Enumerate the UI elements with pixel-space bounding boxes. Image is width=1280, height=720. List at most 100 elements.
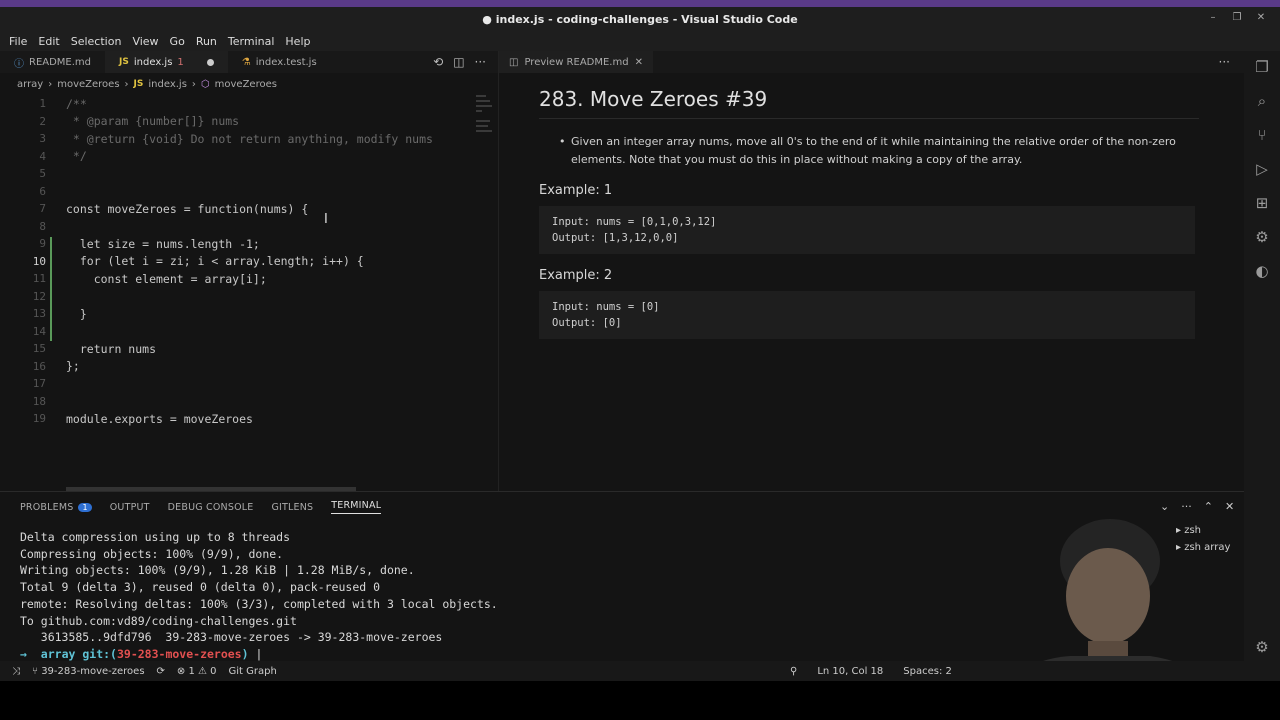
code-line[interactable]: 8 — [0, 218, 480, 235]
editor-tabs: ⓘ README.md JS index.js 1 ⚗ index.test.j… — [0, 51, 498, 73]
code-line[interactable]: 5 — [0, 165, 480, 182]
video-letterbox — [0, 681, 1280, 720]
example-2-code: Input: nums = [0] Output: [0] — [539, 291, 1195, 339]
js-file-icon: JS — [119, 57, 129, 67]
breadcrumb-folder[interactable]: array — [17, 79, 43, 90]
markdown-icon: ⓘ — [14, 58, 24, 70]
chevron-right-icon: › — [48, 78, 53, 90]
status-branch[interactable]: ⑂ 39-283-move-zeroes — [32, 666, 145, 677]
window-controls: – ❐ ✕ — [1206, 11, 1268, 25]
markdown-preview: ◫ Preview README.md ✕ ··· 283. Move Zero… — [498, 51, 1244, 491]
problems-badge: 1 — [78, 502, 92, 512]
menu-run[interactable]: Run — [196, 35, 217, 48]
code-line[interactable]: 18 — [0, 393, 480, 410]
menu-go[interactable]: Go — [170, 35, 185, 48]
close-tab-icon[interactable]: ✕ — [635, 57, 643, 68]
more-actions-icon[interactable]: ··· — [475, 55, 486, 69]
code-line-current[interactable]: 10 for (let i = zi; i < array.length; i+… — [0, 253, 480, 270]
tab-index-test-js[interactable]: ⚗ index.test.js — [228, 51, 331, 73]
tab-readme[interactable]: ⓘ README.md — [0, 51, 105, 73]
editor-group-left: ⓘ README.md JS index.js 1 ⚗ index.test.j… — [0, 51, 498, 491]
status-problems[interactable]: ⊗ 1 ⚠ 0 — [177, 666, 217, 677]
preview-title: 283. Move Zeroes #39 — [539, 87, 1199, 119]
code-line[interactable]: 12 — [0, 288, 480, 305]
preview-icon: ◫ — [509, 56, 519, 68]
tab-index-js[interactable]: JS index.js 1 — [105, 51, 228, 73]
code-line[interactable]: 1/** — [0, 95, 480, 112]
preview-content: 283. Move Zeroes #39 Given an integer ar… — [539, 87, 1199, 353]
menu-terminal[interactable]: Terminal — [228, 35, 275, 48]
tab-problems[interactable]: PROBLEMS 1 — [20, 502, 92, 513]
tab-debug-console[interactable]: DEBUG CONSOLE — [168, 502, 254, 513]
code-line[interactable]: 13 } — [0, 305, 480, 322]
minimize-icon[interactable]: – — [1206, 11, 1220, 25]
status-gitgraph[interactable]: Git Graph — [229, 666, 277, 677]
code-line[interactable]: 17 — [0, 375, 480, 392]
problem-count: 1 — [177, 56, 184, 68]
tab-preview-readme[interactable]: ◫ Preview README.md ✕ — [499, 51, 653, 73]
tab-gitlens[interactable]: GITLENS — [271, 502, 313, 513]
code-line[interactable]: 6 — [0, 183, 480, 200]
status-position[interactable]: Ln 10, Col 18 — [817, 666, 883, 677]
symbol-icon: ⬡ — [200, 78, 210, 90]
breadcrumb-folder[interactable]: moveZeroes — [57, 79, 119, 90]
run-debug-icon[interactable]: ▷ — [1252, 159, 1272, 179]
sync-icon[interactable]: ⟳ — [157, 666, 165, 677]
maximize-icon[interactable]: ❐ — [1230, 11, 1244, 25]
workbench: ⓘ README.md JS index.js 1 ⚗ index.test.j… — [0, 51, 1280, 720]
tab-terminal[interactable]: TERMINAL — [331, 500, 382, 514]
tab-output[interactable]: OUTPUT — [110, 502, 150, 513]
status-indentation[interactable]: Spaces: 2 — [903, 666, 952, 677]
chevron-right-icon: › — [191, 78, 196, 90]
gitlens-icon[interactable]: ◐ — [1252, 261, 1272, 281]
settings-gear-icon[interactable]: ⚙ — [1252, 637, 1272, 657]
code-line[interactable]: 3 * @return {void} Do not return anythin… — [0, 130, 480, 147]
code-line[interactable]: 19 module.exports = moveZeroes — [0, 410, 480, 427]
menu-view[interactable]: View — [132, 35, 158, 48]
code-line[interactable]: 14 — [0, 323, 480, 340]
js-file-icon: JS — [133, 79, 144, 89]
minimap[interactable] — [476, 95, 494, 365]
extensions-icon[interactable]: ⊞ — [1252, 193, 1272, 213]
preview-tabs: ◫ Preview README.md ✕ ··· — [499, 51, 1244, 73]
breadcrumb-symbol[interactable]: moveZeroes — [215, 79, 277, 90]
menu-selection[interactable]: Selection — [71, 35, 122, 48]
code-line[interactable]: 16}; — [0, 358, 480, 375]
code-line[interactable]: 15 return nums — [0, 340, 480, 357]
text-cursor-icon: I — [324, 212, 328, 227]
test-file-icon: ⚗ — [241, 56, 251, 68]
remote-indicator-icon[interactable]: ⤨ — [12, 666, 20, 677]
terminal-output[interactable]: Delta compression using up to 8 threads C… — [20, 529, 498, 663]
example-1-heading: Example: 1 — [539, 183, 613, 198]
code-line[interactable]: 2 * @param {number[]} nums — [0, 113, 480, 130]
code-line[interactable]: 9 let size = nums.length -1; — [0, 235, 480, 252]
desktop-top-strip — [0, 0, 1280, 7]
source-control-icon[interactable]: ⑂ — [1252, 125, 1272, 145]
code-line[interactable]: 7 const moveZeroes = function(nums) { — [0, 200, 480, 217]
timeline-icon[interactable]: ⟲ — [433, 55, 443, 69]
unsaved-dot-icon[interactable] — [206, 58, 214, 66]
example-2-heading: Example: 2 — [539, 268, 613, 283]
breadcrumb: array › moveZeroes › JS index.js › ⬡ mov… — [0, 73, 498, 95]
editor-actions: ⟲ ◫ ··· — [433, 55, 486, 69]
window-title: ● index.js - coding-challenges - Visual … — [482, 12, 798, 26]
code-line[interactable]: 4 */ — [0, 148, 480, 165]
split-editor-icon[interactable]: ◫ — [453, 55, 464, 69]
example-1-code: Input: nums = [0,1,0,3,12] Output: [1,3,… — [539, 206, 1195, 254]
explorer-icon[interactable]: ❐ — [1252, 57, 1272, 77]
close-window-icon[interactable]: ✕ — [1254, 11, 1268, 25]
pin-icon[interactable]: ⚲ — [790, 666, 797, 677]
more-actions-icon[interactable]: ··· — [1219, 55, 1230, 69]
breadcrumb-file[interactable]: index.js — [148, 79, 187, 90]
title-bar: ● index.js - coding-challenges - Visual … — [0, 7, 1280, 31]
menu-help[interactable]: Help — [285, 35, 310, 48]
remote-icon[interactable]: ⚙ — [1252, 227, 1272, 247]
menu-bar: File Edit Selection View Go Run Terminal… — [0, 31, 1280, 51]
menu-file[interactable]: File — [9, 35, 27, 48]
problem-description: Given an integer array nums, move all 0'… — [539, 133, 1179, 169]
status-bar: ⤨ ⑂ 39-283-move-zeroes ⟳ ⊗ 1 ⚠ 0 Git Gra… — [0, 661, 1280, 681]
search-icon[interactable]: ⌕ — [1252, 91, 1272, 111]
code-line[interactable]: 11 const element = array[i]; — [0, 270, 480, 287]
menu-edit[interactable]: Edit — [38, 35, 59, 48]
activity-bar: ❐ ⌕ ⑂ ▷ ⊞ ⚙ ◐ ⚙ — [1244, 51, 1280, 681]
